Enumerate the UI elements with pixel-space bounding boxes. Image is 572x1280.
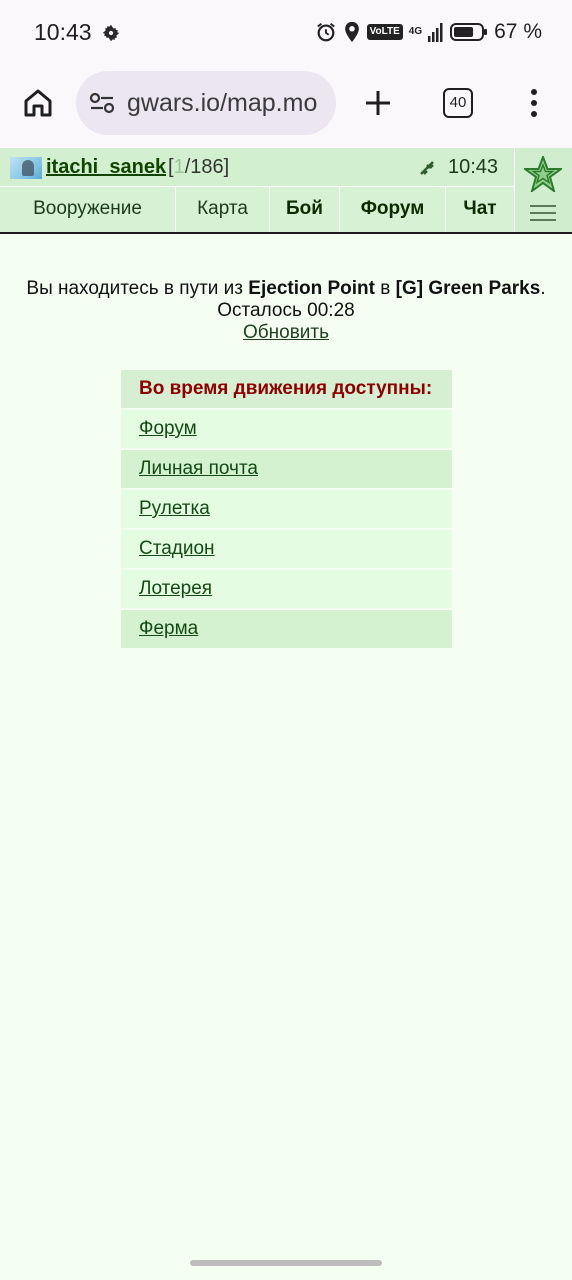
location-icon bbox=[344, 21, 359, 43]
main-nav: Вооружение Карта Бой Форум Чат bbox=[0, 187, 514, 232]
username-link[interactable]: itachi_sanek bbox=[46, 156, 166, 179]
gesture-bar[interactable] bbox=[190, 1260, 382, 1266]
network-type: 4G bbox=[408, 26, 423, 37]
battery-icon bbox=[450, 23, 488, 41]
level-current: 1 bbox=[173, 156, 185, 178]
nav-armament[interactable]: Вооружение bbox=[0, 187, 176, 232]
nav-chat[interactable]: Чат bbox=[446, 187, 514, 232]
action-mail-link[interactable]: Личная почта bbox=[121, 450, 452, 490]
site-settings-icon[interactable] bbox=[89, 92, 115, 114]
hamburger-menu-icon[interactable] bbox=[530, 204, 556, 222]
new-tab-icon[interactable] bbox=[362, 87, 394, 119]
browser-toolbar: gwars.io/map.mo 40 bbox=[0, 68, 572, 148]
user-row: itachi_sanek [1/186] 10:43 bbox=[0, 148, 514, 187]
status-time: 10:43 bbox=[34, 19, 92, 45]
battery-percent: 67 % bbox=[494, 20, 542, 43]
nav-map[interactable]: Карта bbox=[176, 187, 270, 232]
header-divider bbox=[0, 232, 572, 234]
tab-switcher-button[interactable]: 40 bbox=[443, 88, 473, 118]
travel-from: Ejection Point bbox=[248, 278, 375, 299]
status-bar: 10:43 VoLTE 4G 67 % bbox=[0, 0, 572, 68]
action-roulette-link[interactable]: Рулетка bbox=[121, 490, 452, 530]
alarm-icon bbox=[316, 22, 335, 42]
level-indicator: [1/186] bbox=[168, 156, 229, 179]
refresh-link[interactable]: Обновить bbox=[243, 322, 329, 343]
signal-icon bbox=[428, 23, 443, 42]
action-farm-link[interactable]: Ферма bbox=[121, 610, 452, 650]
server-time: 10:43 bbox=[448, 156, 499, 178]
level-rest: /186] bbox=[184, 156, 230, 178]
travel-status: Вы находитесь в пути из Ejection Point в… bbox=[0, 278, 572, 344]
travel-route: Вы находитесь в пути из Ejection Point в… bbox=[0, 278, 572, 300]
travel-prefix: Вы находитесь в пути из bbox=[26, 278, 249, 299]
travel-to: [G] Green Parks bbox=[395, 278, 541, 299]
star-icon[interactable] bbox=[524, 156, 562, 192]
action-lottery-link[interactable]: Лотерея bbox=[121, 570, 452, 610]
connection-icon bbox=[420, 161, 434, 175]
travel-remaining: Осталось 00:28 bbox=[217, 300, 355, 321]
actions-heading: Во время движения доступны: bbox=[121, 370, 452, 410]
address-bar[interactable]: gwars.io/map.mo bbox=[76, 71, 336, 135]
url-text[interactable]: gwars.io/map.mo bbox=[127, 89, 327, 118]
travel-middle: в bbox=[374, 278, 396, 299]
settings-gear-icon bbox=[102, 24, 120, 42]
game-header: itachi_sanek [1/186] 10:43 Вооружение Ка… bbox=[0, 148, 572, 232]
available-actions-table: Во время движения доступны: Форум Личная… bbox=[121, 370, 452, 650]
action-forum-link[interactable]: Форум bbox=[121, 410, 452, 450]
home-icon[interactable] bbox=[22, 87, 54, 119]
more-menu-icon[interactable] bbox=[525, 87, 543, 119]
star-menu-box bbox=[514, 148, 572, 232]
nav-battle[interactable]: Бой bbox=[270, 187, 340, 232]
avatar-figure bbox=[22, 160, 34, 176]
travel-suffix: . bbox=[540, 278, 546, 299]
action-stadium-link[interactable]: Стадион bbox=[121, 530, 452, 570]
volte-badge: VoLTE bbox=[366, 24, 403, 40]
nav-forum[interactable]: Форум bbox=[340, 187, 446, 232]
avatar[interactable] bbox=[10, 157, 42, 179]
